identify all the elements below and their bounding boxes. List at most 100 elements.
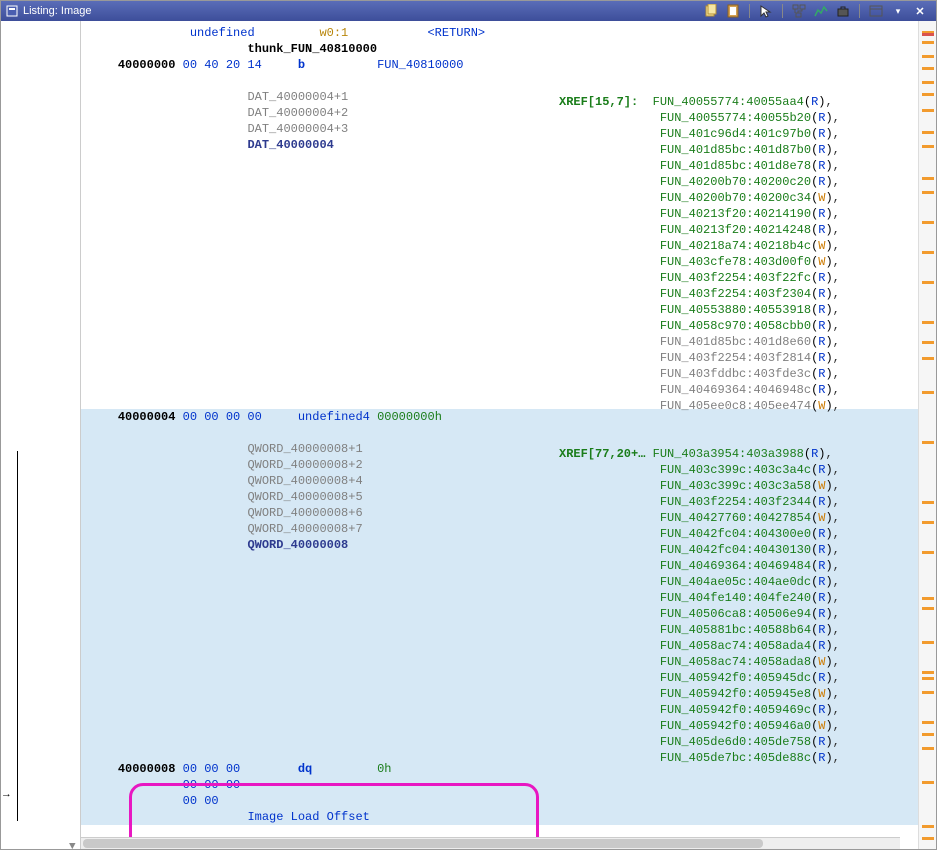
- listing-row[interactable]: FUN_4058ac74:4058ada8(W),: [81, 649, 918, 665]
- dropdown-icon[interactable]: ▾: [890, 3, 906, 19]
- scrollbar-thumb[interactable]: [83, 839, 763, 848]
- listing-row[interactable]: FUN_405881bc:40588b64(R),: [81, 617, 918, 633]
- overview-mark[interactable]: [922, 177, 934, 180]
- listing-row[interactable]: FUN_405de7bc:405de88c(R),: [81, 745, 918, 761]
- overview-mark[interactable]: [922, 41, 934, 44]
- overview-mark[interactable]: [922, 93, 934, 96]
- listing-row[interactable]: thunk_FUN_40810000: [81, 41, 918, 57]
- overview-mark[interactable]: [922, 501, 934, 504]
- overview-mark[interactable]: [922, 391, 934, 394]
- listing-row[interactable]: FUN_404fe140:404fe240(R),: [81, 585, 918, 601]
- overview-mark[interactable]: [922, 321, 934, 324]
- overview-mark[interactable]: [922, 825, 934, 828]
- listing-row[interactable]: FUN_405de6d0:405de758(R),: [81, 729, 918, 745]
- overview-mark[interactable]: [922, 671, 934, 674]
- listing-body[interactable]: undefined w0:1 <RETURN> thunk_FUN_408100…: [81, 21, 918, 849]
- listing-row[interactable]: FUN_40218a74:40218b4c(W),: [81, 233, 918, 249]
- paste-icon[interactable]: [725, 3, 741, 19]
- listing-row[interactable]: FUN_40469364:4046948c(R),: [81, 377, 918, 393]
- window-title: Listing: Image: [23, 5, 703, 17]
- overview-mark[interactable]: [922, 607, 934, 610]
- titlebar[interactable]: Listing: Image ▾ ✕: [1, 1, 936, 21]
- overview-mark[interactable]: [922, 191, 934, 194]
- listing-row[interactable]: undefined w0:1 <RETURN>: [81, 25, 918, 41]
- listing-row[interactable]: QWORD_40000008+4 FUN_403c399c:403c3a58(W…: [81, 473, 918, 489]
- overview-mark[interactable]: [922, 837, 934, 840]
- overview-mark[interactable]: [922, 733, 934, 736]
- listing-row[interactable]: FUN_405942f0:405945e8(W),: [81, 681, 918, 697]
- listing-row[interactable]: FUN_401d85bc:401d8e60(R),: [81, 329, 918, 345]
- listing-row[interactable]: FUN_40200b70:40200c34(W),: [81, 185, 918, 201]
- listing-row[interactable]: DAT_40000004+2 FUN_40055774:40055b20(R),: [81, 105, 918, 121]
- horizontal-scrollbar[interactable]: [81, 837, 900, 849]
- listing-row[interactable]: QWORD_40000008+5 FUN_403f2254:403f2344(R…: [81, 489, 918, 505]
- scroll-arrow-down[interactable]: ▼: [69, 841, 76, 849]
- listing-row[interactable]: FUN_404ae05c:404ae0dc(R),: [81, 569, 918, 585]
- listing-row[interactable]: QWORD_40000008+2 FUN_403c399c:403c3a4c(R…: [81, 457, 918, 473]
- overview-mark[interactable]: [922, 441, 934, 444]
- listing-row[interactable]: FUN_40553880:40553918(R),: [81, 297, 918, 313]
- overview-mark[interactable]: [922, 781, 934, 784]
- overview-mark[interactable]: [922, 747, 934, 750]
- overview-mark[interactable]: [922, 33, 934, 36]
- overview-mark[interactable]: [922, 67, 934, 70]
- toolbar-separator: [859, 4, 860, 18]
- listing-row[interactable]: FUN_403fddbc:403fde3c(R),: [81, 361, 918, 377]
- listing-row[interactable]: FUN_40213f20:40214248(R),: [81, 217, 918, 233]
- content-area: → ▼ undefined w0:1 <RETURN> thunk_FUN_40…: [1, 21, 936, 849]
- briefcase-icon[interactable]: [835, 3, 851, 19]
- overview-mark[interactable]: [922, 55, 934, 58]
- overview-mark[interactable]: [922, 221, 934, 224]
- listing-row[interactable]: FUN_405942f0:4059469c(R),: [81, 697, 918, 713]
- overview-mark[interactable]: [922, 597, 934, 600]
- listing-row[interactable]: [81, 73, 918, 89]
- close-icon[interactable]: ✕: [912, 3, 928, 19]
- overview-mark[interactable]: [922, 109, 934, 112]
- listing-row[interactable]: FUN_401d85bc:401d8e78(R),: [81, 153, 918, 169]
- listing-row[interactable]: FUN_40213f20:40214190(R),: [81, 201, 918, 217]
- listing-row[interactable]: QWORD_40000008 FUN_4042fc04:40430130(R),: [81, 537, 918, 553]
- cursor-icon[interactable]: [758, 3, 774, 19]
- listing-row[interactable]: FUN_403f2254:403f2814(R),: [81, 345, 918, 361]
- overview-mark[interactable]: [922, 677, 934, 680]
- listing-row[interactable]: 00 00: [81, 793, 918, 809]
- listing-row[interactable]: 40000000 00 40 20 14 b FUN_40810000: [81, 57, 918, 73]
- listing-row[interactable]: DAT_40000004+3 FUN_401c96d4:401c97b0(R),: [81, 121, 918, 137]
- listing-row[interactable]: DAT_40000004+1XREF[15,7]: FUN_40055774:4…: [81, 89, 918, 105]
- overview-mark[interactable]: [922, 131, 934, 134]
- listing-row[interactable]: FUN_405ee0c8:405ee474(W),: [81, 393, 918, 409]
- listing-row[interactable]: FUN_4058c970:4058cbb0(R),: [81, 313, 918, 329]
- listing-row[interactable]: FUN_405942f0:405946a0(W),: [81, 713, 918, 729]
- listing-row[interactable]: FUN_403cfe78:403d00f0(W),: [81, 249, 918, 265]
- overview-mark[interactable]: [922, 145, 934, 148]
- listing-row[interactable]: Image Load Offset: [81, 809, 918, 825]
- overview-mark[interactable]: [922, 251, 934, 254]
- overview-mark[interactable]: [922, 721, 934, 724]
- tree-icon[interactable]: [791, 3, 807, 19]
- overview-mark[interactable]: [922, 521, 934, 524]
- listing-row[interactable]: FUN_403f2254:403f22fc(R),: [81, 265, 918, 281]
- listing-row[interactable]: FUN_4058ac74:4058ada4(R),: [81, 633, 918, 649]
- listing-row[interactable]: FUN_403f2254:403f2304(R),: [81, 281, 918, 297]
- listing-row[interactable]: QWORD_40000008+1XREF[77,20+… FUN_403a395…: [81, 441, 918, 457]
- panel-icon[interactable]: [868, 3, 884, 19]
- overview-mark[interactable]: [922, 341, 934, 344]
- listing-row[interactable]: FUN_40506ca8:40506e94(R),: [81, 601, 918, 617]
- overview-mark[interactable]: [922, 691, 934, 694]
- overview-mark[interactable]: [922, 281, 934, 284]
- listing-row[interactable]: QWORD_40000008+6 FUN_40427760:40427854(W…: [81, 505, 918, 521]
- graph-icon[interactable]: [813, 3, 829, 19]
- overview-mark[interactable]: [922, 357, 934, 360]
- copy-icon[interactable]: [703, 3, 719, 19]
- listing-row[interactable]: FUN_40200b70:40200c20(R),: [81, 169, 918, 185]
- overview-mark[interactable]: [922, 81, 934, 84]
- listing-row[interactable]: 00 00 00: [81, 777, 918, 793]
- listing-row[interactable]: FUN_405942f0:405945dc(R),: [81, 665, 918, 681]
- listing-row[interactable]: DAT_40000004 FUN_401d85bc:401d87b0(R),: [81, 137, 918, 153]
- listing-row[interactable]: QWORD_40000008+7 FUN_4042fc04:404300e0(R…: [81, 521, 918, 537]
- overview-mark[interactable]: [922, 551, 934, 554]
- overview-mark[interactable]: [922, 641, 934, 644]
- overview-ruler[interactable]: [918, 21, 936, 849]
- listing-row[interactable]: [81, 425, 918, 441]
- listing-row[interactable]: FUN_40469364:40469484(R),: [81, 553, 918, 569]
